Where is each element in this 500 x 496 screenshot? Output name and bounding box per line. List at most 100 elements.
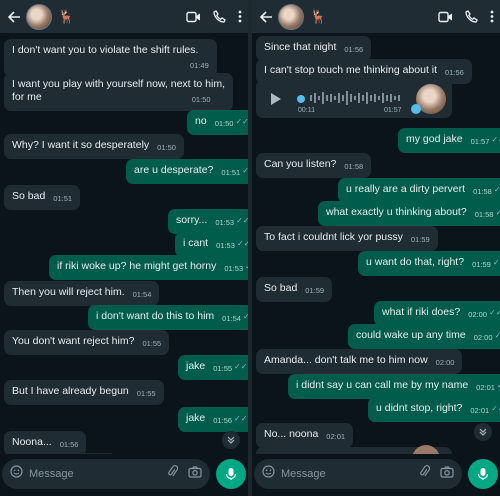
message-outgoing[interactable]: are u desperate?01:51✓✓ — [126, 159, 248, 184]
message-input[interactable]: Message — [2, 459, 210, 489]
message-incoming[interactable]: But I have already begun 01:55 — [4, 380, 164, 405]
message-text: You don't want reject him? — [12, 335, 135, 347]
message-outgoing[interactable]: jake 01:56 ✓✓ — [178, 407, 248, 432]
message-list[interactable]: I don't want you to violate the shift ru… — [0, 33, 248, 454]
message-text: what exactly u thinking about? — [326, 206, 467, 218]
message-incoming[interactable]: To fact i couldnt lick yor pussy 01:59 — [256, 226, 438, 251]
chat-header: 🦌 — [252, 0, 500, 33]
message-outgoing[interactable]: u want do that, right? 01:59✓✓ — [358, 251, 500, 276]
message-incoming[interactable]: Noona... 01:56 — [4, 431, 87, 454]
mic-button[interactable] — [468, 459, 498, 489]
message-time: 01:56 — [445, 68, 464, 77]
message-incoming[interactable]: Can you listen? 01:58 — [256, 153, 372, 178]
message-text: sorry... — [176, 214, 208, 226]
message-outgoing[interactable]: no 01:50 ✓✓ — [187, 110, 248, 135]
message-text: i don't want do this to him — [96, 310, 215, 322]
voice-progress-handle[interactable] — [297, 95, 305, 103]
message-text: jake — [186, 360, 206, 372]
back-arrow-icon[interactable] — [258, 9, 274, 25]
message-time: 01:51 — [221, 168, 241, 177]
back-arrow-icon[interactable] — [6, 9, 22, 25]
message-text: my god jake — [406, 133, 463, 145]
message-text: No... noona — [264, 428, 319, 440]
message-outgoing[interactable]: could wake up any time 02:00✓✓ — [348, 324, 500, 349]
message-incoming[interactable]: Amanda... don't talk me to him now 02:00 — [256, 349, 463, 374]
message-time: 01:50 — [214, 119, 234, 128]
scroll-to-bottom-button[interactable] — [474, 423, 492, 441]
contact-name-emoji[interactable]: 🦌 — [310, 9, 326, 25]
attach-icon[interactable] — [418, 465, 431, 483]
message-time: 01:59 — [472, 260, 491, 269]
message-incoming[interactable]: Why? I want it so desperately 01:50 — [4, 134, 184, 159]
voice-message[interactable]: 00:11 01:57 — [256, 80, 452, 118]
message-time: 01:53 — [216, 241, 235, 250]
attach-icon[interactable] — [166, 465, 179, 483]
message-text: for me — [12, 91, 42, 103]
message-outgoing[interactable]: if riki woke up? he might get horny 01:53… — [49, 255, 248, 280]
message-time: 01:54 — [132, 290, 152, 299]
message-input[interactable]: Message — [254, 459, 462, 489]
camera-icon[interactable] — [440, 465, 454, 483]
message-time: 01:53 — [215, 218, 235, 227]
read-ticks-icon: ✓✓ — [236, 216, 248, 225]
phone-icon[interactable] — [213, 10, 226, 23]
read-ticks-icon: ✓✓ — [234, 362, 248, 371]
message-time: 01:58 — [473, 187, 492, 196]
message-text: i cant — [183, 237, 209, 249]
emoji-icon[interactable] — [10, 465, 23, 483]
message-outgoing[interactable]: i cant 01:53 ✓✓ — [175, 232, 248, 257]
read-ticks-icon: ✓✓ — [491, 135, 500, 144]
scroll-to-bottom-button[interactable] — [222, 431, 240, 449]
message-outgoing[interactable]: what if riki does? 02:00 ✓✓ — [374, 301, 500, 326]
message-outgoing[interactable]: i didnt say u can call me by my name 02:0… — [288, 374, 500, 399]
message-list[interactable]: Since that night 01:56 I can't stop touch… — [252, 33, 500, 454]
message-outgoing[interactable]: i don't want do this to him01:54✓✓ — [88, 305, 248, 330]
message-text: Amanda... don't talk me to him now — [264, 354, 428, 366]
message-time: 01:53 — [224, 264, 244, 273]
read-ticks-icon: ✓✓ — [494, 331, 500, 340]
message-incoming[interactable]: So bad 01:59 — [256, 277, 333, 302]
message-outgoing[interactable]: u really are a dirty pervert 01:58✓✓ — [338, 178, 500, 203]
message-time: 01:58 — [344, 162, 364, 171]
read-ticks-icon: ✓✓ — [235, 117, 248, 126]
message-incoming[interactable]: So bad 01:51 — [4, 185, 81, 210]
message-outgoing[interactable]: u didnt stop, right? 02:01✓✓ — [368, 397, 500, 422]
mic-icon — [225, 468, 237, 480]
message-time: 01:51 — [53, 194, 73, 203]
mic-button[interactable] — [216, 459, 246, 489]
message-text: what if riki does? — [382, 306, 461, 318]
phone-icon[interactable] — [465, 10, 478, 23]
message-time: 01:49 — [190, 61, 209, 70]
message-text: I don't want you to violate the shift ru… — [12, 44, 199, 56]
video-call-icon[interactable] — [438, 11, 453, 23]
more-vert-icon[interactable] — [238, 10, 242, 23]
emoji-icon[interactable] — [262, 465, 275, 483]
message-incoming[interactable]: I want you play with yourself now, next … — [4, 73, 234, 111]
more-vert-icon[interactable] — [490, 10, 494, 23]
message-time: 01:57 — [384, 107, 402, 114]
message-time: 02:00 — [473, 333, 493, 342]
message-incoming[interactable]: I don't want you to violate the shift ru… — [4, 39, 217, 77]
play-icon[interactable] — [270, 92, 282, 111]
message-outgoing[interactable]: sorry... 01:53 ✓✓ — [168, 209, 248, 234]
avatar[interactable] — [26, 3, 52, 30]
message-incoming[interactable]: Since that night 01:56 — [256, 36, 372, 61]
contact-name-emoji[interactable]: 🦌 — [58, 9, 74, 25]
message-outgoing[interactable]: my god jake 01:57✓✓ — [398, 128, 500, 153]
chevron-double-down-icon — [227, 436, 235, 444]
message-incoming[interactable]: No... noona 02:01 — [256, 423, 354, 448]
message-time: 02:01 — [476, 383, 495, 392]
avatar[interactable] — [278, 3, 304, 30]
chat-pane-right: 🦌 Since that night 01:56 I can't stop tou… — [252, 0, 500, 496]
video-call-icon[interactable] — [186, 11, 201, 23]
camera-icon[interactable] — [188, 465, 202, 483]
message-incoming[interactable]: Then you will reject him. 01:54 — [4, 281, 160, 306]
message-time: 01:56 — [59, 440, 79, 449]
message-incoming[interactable]: You don't want reject him? 01:55 — [4, 330, 170, 355]
message-outgoing[interactable]: what exactly u thinking about? 01:58✓✓ — [318, 201, 500, 226]
message-outgoing[interactable]: jake 01:55 ✓✓ — [178, 355, 248, 380]
read-ticks-icon: ✓✓ — [491, 404, 500, 413]
voice-duration: 00:11 — [298, 107, 315, 114]
message-time: 01:58 — [474, 210, 494, 219]
message-text: Can you listen? — [264, 158, 337, 170]
